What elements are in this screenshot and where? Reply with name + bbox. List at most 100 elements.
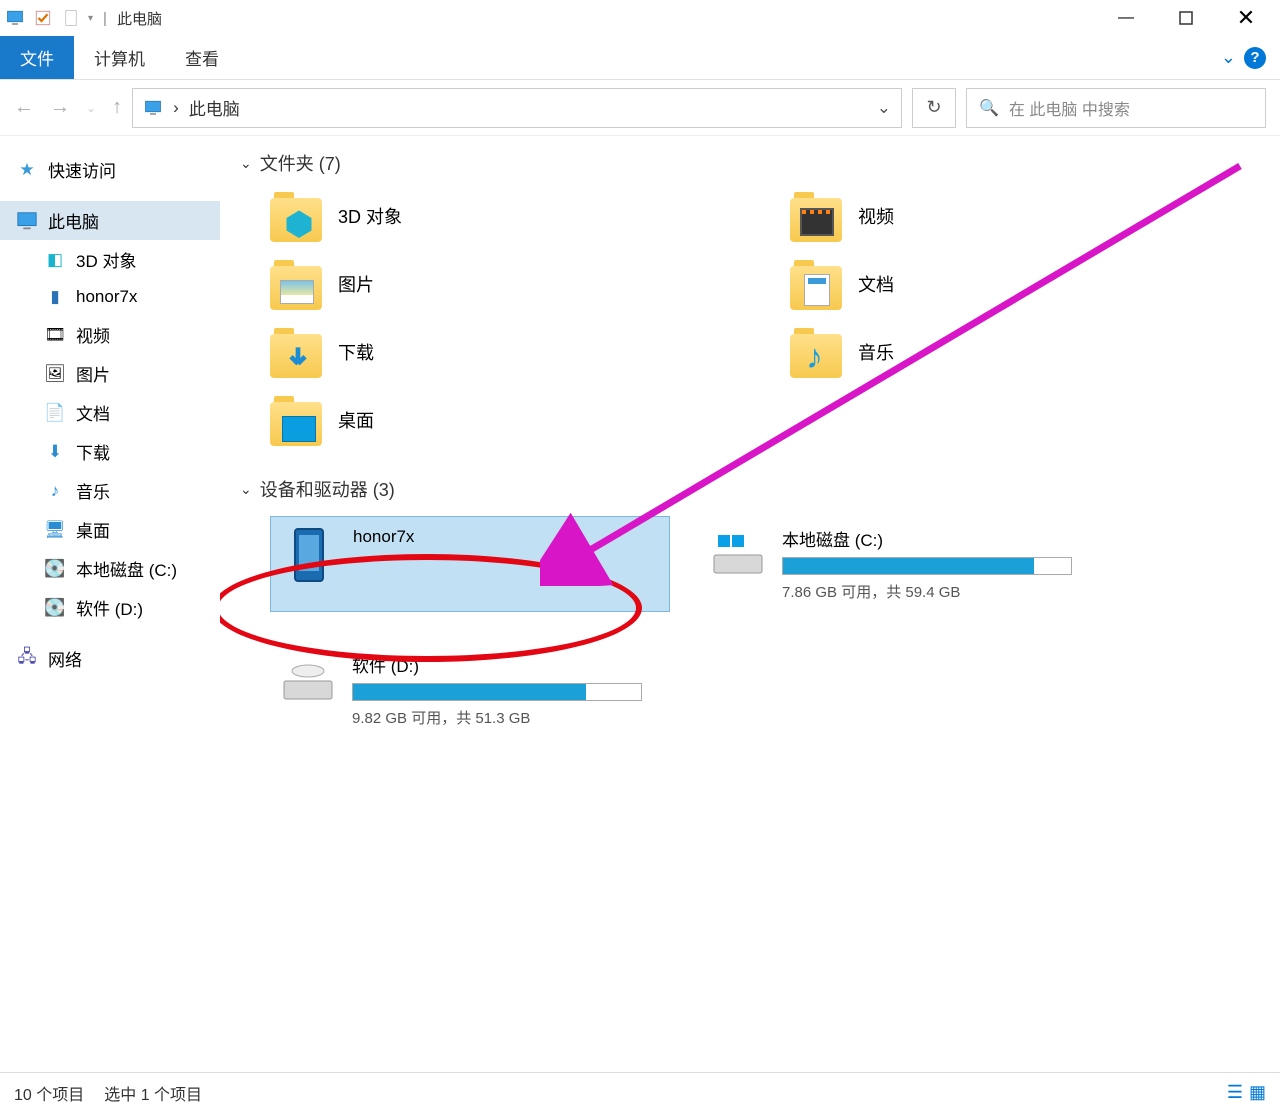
- download-icon: ⬇: [44, 441, 66, 463]
- sidebar-this-pc[interactable]: 此电脑: [0, 201, 220, 240]
- window-title: 此电脑: [117, 8, 162, 29]
- folder-label: 桌面: [338, 407, 374, 433]
- section-devices-header[interactable]: ⌄ 设备和驱动器 (3): [240, 476, 1270, 502]
- sidebar-item-label: 桌面: [76, 517, 110, 542]
- checkbox-icon[interactable]: [32, 9, 54, 27]
- close-button[interactable]: ✕: [1216, 0, 1276, 36]
- sidebar-item-music[interactable]: ♪音乐: [0, 471, 220, 510]
- folder-documents[interactable]: 文档: [790, 258, 1270, 310]
- chevron-down-icon: ⌄: [240, 481, 252, 498]
- folder-icon: [790, 190, 842, 242]
- search-icon: 🔍: [979, 98, 999, 118]
- folder-icon: [270, 326, 322, 378]
- qat-dropdown-icon[interactable]: ▾: [88, 13, 93, 24]
- folder-3d-objects[interactable]: 3D 对象: [270, 190, 750, 242]
- ribbon-collapse-icon[interactable]: ⌄: [1221, 47, 1236, 68]
- status-count: 10 个项目: [14, 1081, 84, 1105]
- drive-usage-bar: [782, 557, 1072, 575]
- sidebar-item-video[interactable]: 🎞 视频: [0, 315, 220, 354]
- sidebar-item-label: 图片: [76, 361, 110, 386]
- sidebar-quick-access[interactable]: ★ 快速访问: [0, 150, 220, 189]
- sidebar-item-documents[interactable]: 📄 文档: [0, 393, 220, 432]
- star-icon: ★: [16, 159, 38, 181]
- sidebar-item-label: 下载: [76, 439, 110, 464]
- tab-file[interactable]: 文件: [0, 36, 74, 79]
- network-icon: 🖧: [16, 648, 38, 670]
- breadcrumb-this-pc[interactable]: 此电脑: [189, 95, 240, 120]
- address-dropdown-icon[interactable]: ⌄: [877, 98, 891, 118]
- refresh-button[interactable]: ↻: [912, 88, 956, 128]
- device-label: 软件 (D:): [352, 652, 660, 677]
- desktop-icon: 🖥: [44, 519, 66, 541]
- drive-icon: 💽: [44, 597, 66, 619]
- sidebar-item-drive-c[interactable]: 💽本地磁盘 (C:): [0, 549, 220, 588]
- folder-label: 音乐: [858, 339, 894, 365]
- sidebar-item-label: honor7x: [76, 287, 137, 307]
- folder-icon: [270, 190, 322, 242]
- folder-desktop[interactable]: 桌面: [270, 394, 750, 446]
- folder-icon: [270, 394, 322, 446]
- folder-label: 图片: [338, 271, 374, 297]
- section-title: 文件夹 (7): [260, 150, 341, 176]
- view-icons-icon[interactable]: ▦: [1249, 1082, 1266, 1103]
- folder-icon: ♪: [790, 326, 842, 378]
- sidebar-item-3d[interactable]: ◧ 3D 对象: [0, 240, 220, 279]
- folder-label: 3D 对象: [338, 203, 402, 229]
- sidebar-item-label: 快速访问: [48, 157, 116, 182]
- sidebar: ★ 快速访问 此电脑 ◧ 3D 对象 ▮ honor7x 🎞 视频 🖼图片 📄 文档 ⬇…: [0, 136, 220, 1072]
- drive-icon: [710, 526, 766, 582]
- drive-usage-bar: [352, 683, 642, 701]
- sidebar-item-label: 文档: [76, 400, 110, 425]
- monitor-icon: [4, 9, 26, 27]
- drive-usage-text: 9.82 GB 可用，共 51.3 GB: [352, 707, 660, 728]
- section-title: 设备和驱动器 (3): [260, 476, 395, 502]
- folder-videos[interactable]: 视频: [790, 190, 1270, 242]
- device-drive-c[interactable]: 本地磁盘 (C:) 7.86 GB 可用，共 59.4 GB: [700, 516, 1140, 612]
- sidebar-item-label: 视频: [76, 322, 110, 347]
- sidebar-item-downloads[interactable]: ⬇ 下载: [0, 432, 220, 471]
- nav-up-icon[interactable]: ↑: [112, 96, 122, 119]
- sidebar-network[interactable]: 🖧网络: [0, 639, 220, 678]
- drive-icon: 💽: [44, 558, 66, 580]
- document-icon: 📄: [44, 402, 66, 424]
- drive-icon: [280, 652, 336, 708]
- sidebar-item-desktop[interactable]: 🖥 桌面: [0, 510, 220, 549]
- section-folders-header[interactable]: ⌄ 文件夹 (7): [240, 150, 1270, 176]
- sidebar-item-honor7x[interactable]: ▮ honor7x: [0, 279, 220, 315]
- monitor-icon: [16, 210, 38, 232]
- device-phone-honor7x[interactable]: honor7x: [270, 516, 670, 612]
- tab-view[interactable]: 查看: [165, 36, 239, 79]
- maximize-button[interactable]: [1156, 0, 1216, 36]
- device-drive-d[interactable]: 软件 (D:) 9.82 GB 可用，共 51.3 GB: [270, 642, 670, 738]
- help-icon[interactable]: ?: [1244, 47, 1266, 69]
- folder-pictures[interactable]: 图片: [270, 258, 750, 310]
- search-input[interactable]: 🔍 在 此电脑 中搜索: [966, 88, 1266, 128]
- navbar: ← → ⌄ ↑ › 此电脑 ⌄ ↻ 🔍 在 此电脑 中搜索: [0, 80, 1280, 136]
- film-icon: 🎞: [44, 324, 66, 346]
- address-bar[interactable]: › 此电脑 ⌄: [132, 88, 902, 128]
- ribbon-tabs: 文件 计算机 查看 ⌄ ?: [0, 36, 1280, 80]
- titlebar: ▾ | 此电脑 — ✕: [0, 0, 1280, 36]
- folder-label: 下载: [338, 339, 374, 365]
- nav-forward-icon[interactable]: →: [50, 96, 70, 119]
- nav-history-dropdown-icon[interactable]: ⌄: [86, 101, 96, 115]
- minimize-button[interactable]: —: [1096, 0, 1156, 36]
- folder-label: 文档: [858, 271, 894, 297]
- folder-downloads[interactable]: 下载: [270, 326, 750, 378]
- nav-back-icon[interactable]: ←: [14, 96, 34, 119]
- search-placeholder: 在 此电脑 中搜索: [1009, 96, 1130, 120]
- phone-icon: [281, 527, 337, 583]
- folder-music[interactable]: ♪ 音乐: [790, 326, 1270, 378]
- sidebar-item-pictures[interactable]: 🖼图片: [0, 354, 220, 393]
- sidebar-item-label: 软件 (D:): [76, 595, 143, 620]
- phone-icon: ▮: [44, 286, 66, 308]
- tab-computer[interactable]: 计算机: [74, 36, 165, 79]
- cube-icon: ◧: [44, 249, 66, 271]
- pc-icon: [143, 99, 163, 117]
- breadcrumb-arrow: ›: [173, 98, 179, 118]
- view-details-icon[interactable]: ☰: [1227, 1082, 1243, 1103]
- main-area: ⌄ 文件夹 (7) 3D 对象 视频 图片 文档 下载: [220, 136, 1280, 1072]
- sidebar-item-drive-d[interactable]: 💽 软件 (D:): [0, 588, 220, 627]
- sidebar-item-label: 3D 对象: [76, 247, 136, 272]
- device-label: 本地磁盘 (C:): [782, 526, 1130, 551]
